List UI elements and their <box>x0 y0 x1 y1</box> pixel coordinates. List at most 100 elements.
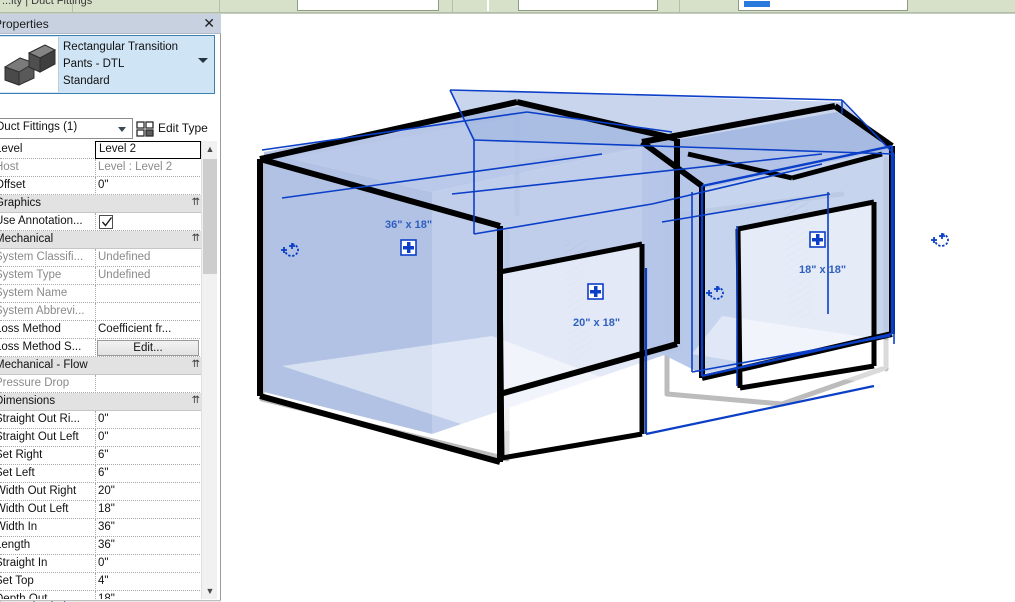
property-value[interactable]: 0" <box>98 557 108 569</box>
property-row[interactable]: Use Annotation... <box>0 213 206 231</box>
column-divider <box>95 267 96 285</box>
property-name: Mechanical <box>0 233 54 245</box>
property-name: System Classifi... <box>0 251 84 263</box>
property-row[interactable]: Loss Method Coefficient fr... <box>0 321 206 339</box>
close-icon[interactable]: ✕ <box>203 15 215 31</box>
property-row[interactable]: Straight Out Ri... 0" <box>0 411 206 429</box>
property-group-header[interactable]: Dimensions ⇈ <box>0 393 206 411</box>
property-value: Undefined <box>98 251 151 263</box>
chevron-down-icon[interactable] <box>198 58 208 63</box>
collapse-group-icon[interactable]: ⇈ <box>192 396 200 406</box>
ribbon-input-1[interactable] <box>297 0 439 11</box>
property-row: System Abbrevi... <box>0 303 206 321</box>
column-divider <box>95 573 96 591</box>
type-name: Pants - DTL <box>63 58 125 70</box>
property-value[interactable]: 0" <box>98 413 108 425</box>
property-value[interactable]: 6" <box>98 449 108 461</box>
chevron-down-icon[interactable]: ▼ <box>202 583 218 599</box>
property-row[interactable]: Width In 36" <box>0 519 206 537</box>
duct-size-label: 18" x 18" <box>799 264 847 276</box>
property-group-header[interactable]: Mechanical ⇈ <box>0 231 206 249</box>
column-divider <box>95 159 96 177</box>
property-name: Width In <box>0 521 38 533</box>
property-checkbox[interactable] <box>99 215 113 229</box>
collapse-group-icon[interactable]: ⇈ <box>192 234 200 244</box>
3d-view-canvas[interactable]: 36" x 18" 18" x 18" 20" x 18" <box>222 14 1015 602</box>
property-value[interactable]: 0" <box>98 431 108 443</box>
column-divider <box>95 591 96 599</box>
property-value[interactable]: 6" <box>98 467 108 479</box>
property-row[interactable]: Straight In 0" <box>0 555 206 573</box>
property-value[interactable]: 4" <box>98 575 108 587</box>
duct-size-label: 36" x 18" <box>385 219 433 231</box>
property-group-header[interactable]: Mechanical - Flow ⇈ <box>0 357 206 375</box>
property-name: System Abbrevi... <box>0 305 85 317</box>
property-name: Dimensions <box>0 395 56 407</box>
property-name: Offset <box>0 179 26 191</box>
property-name: Straight Out Left <box>0 431 79 443</box>
ribbon-divider <box>452 0 453 12</box>
property-name: Graphics <box>0 197 42 209</box>
property-value[interactable]: 20" <box>98 485 115 497</box>
column-divider <box>95 447 96 465</box>
property-row[interactable]: Loss Method S... Edit... <box>0 339 206 357</box>
property-row[interactable]: Straight Out Left 0" <box>0 429 206 447</box>
panel-title: Properties <box>0 17 49 31</box>
property-row[interactable]: Set Top 4" <box>0 573 206 591</box>
property-value: Level : Level 2 <box>98 161 173 173</box>
ribbon-cut-text: ...ity | Duct Fittings <box>2 0 93 7</box>
properties-grid-body: Level Level 2 Host Level : Level 2 Offset 0" G… <box>0 141 206 599</box>
property-name: Loss Method <box>0 323 61 335</box>
property-name: Length <box>0 539 31 551</box>
property-row[interactable]: Set Left 6" <box>0 465 206 483</box>
column-divider <box>95 213 96 231</box>
revit-window: ...ity | Duct Fittings Properties ✕ <box>0 0 1015 602</box>
collapse-group-icon[interactable]: ⇈ <box>192 360 200 370</box>
property-value[interactable]: 36" <box>98 539 115 551</box>
color-swatch[interactable] <box>744 1 770 7</box>
property-value[interactable]: 0" <box>98 179 108 191</box>
property-row[interactable]: Depth Out 18" <box>0 591 206 599</box>
scroll-thumb[interactable] <box>203 159 217 274</box>
category-select[interactable]: Duct Fittings (1) <box>0 118 133 139</box>
property-row[interactable]: Offset 0" <box>0 177 206 195</box>
chevron-down-icon[interactable] <box>118 127 126 132</box>
property-value[interactable]: Level 2 <box>99 143 136 155</box>
property-name: Straight Out Ri... <box>0 413 81 425</box>
property-name: System Type <box>0 269 62 281</box>
column-divider <box>95 303 96 321</box>
property-row[interactable]: Set Right 6" <box>0 447 206 465</box>
column-divider <box>95 501 96 519</box>
ribbon-divider <box>679 0 680 12</box>
property-row: System Classifi... Undefined <box>0 249 206 267</box>
column-divider <box>95 429 96 447</box>
property-value[interactable]: Coefficient fr... <box>98 323 171 335</box>
duct-size-label: 20" x 18" <box>573 317 621 329</box>
type-selector[interactable]: Rectangular Transition Pants - DTL Stand… <box>0 35 215 94</box>
property-name: Level <box>0 143 23 155</box>
property-value[interactable]: 18" <box>98 503 115 515</box>
property-row[interactable]: Length 36" <box>0 537 206 555</box>
chevron-up-icon[interactable]: ▲ <box>202 141 218 157</box>
property-value: Undefined <box>98 269 151 281</box>
property-row[interactable]: Level Level 2 <box>0 141 206 159</box>
property-group-header[interactable]: Graphics ⇈ <box>0 195 206 213</box>
column-divider <box>95 285 96 303</box>
ribbon-input-2[interactable] <box>518 0 658 11</box>
ribbon-strip: ...ity | Duct Fittings <box>0 0 1015 12</box>
property-name: System Name <box>0 287 68 299</box>
property-edit-button[interactable]: Edit... <box>97 340 199 356</box>
property-value[interactable]: 36" <box>98 521 115 533</box>
property-row[interactable]: Width Out Left 18" <box>0 501 206 519</box>
property-name: Mechanical - Flow <box>0 359 88 371</box>
properties-scrollbar[interactable]: ▲ ▼ <box>201 141 217 599</box>
property-row: System Name <box>0 285 206 303</box>
column-divider <box>95 249 96 267</box>
property-value[interactable]: 18" <box>98 593 115 599</box>
collapse-group-icon[interactable]: ⇈ <box>192 198 200 208</box>
property-name: Depth Out <box>0 593 48 599</box>
property-name: Use Annotation... <box>0 215 83 227</box>
property-row[interactable]: Width Out Right 20" <box>0 483 206 501</box>
ribbon-spacer <box>487 0 489 11</box>
property-row: Host Level : Level 2 <box>0 159 206 177</box>
